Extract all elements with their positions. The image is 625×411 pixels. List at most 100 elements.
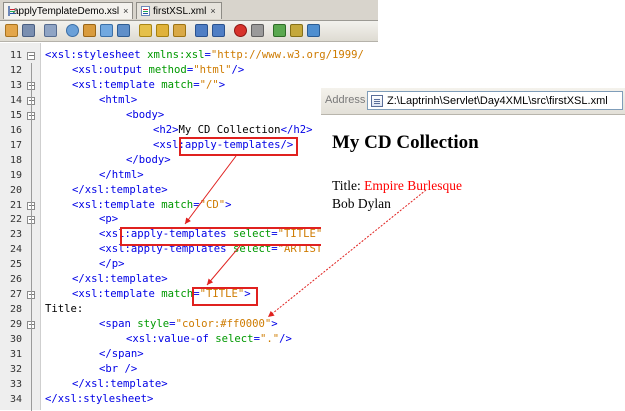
- code-line[interactable]: </p>: [99, 257, 125, 271]
- tab-apply-template-demo[interactable]: applyTemplateDemo.xsl ×: [3, 2, 133, 19]
- code-line[interactable]: <xsl:template match="CD">: [72, 198, 231, 212]
- line-number: 31: [9, 349, 22, 360]
- line-number: 23: [9, 229, 22, 241]
- line-number: 34: [9, 393, 22, 405]
- line-number: 22: [9, 214, 22, 226]
- tag-token: <xsl:stylesheet: [45, 49, 148, 61]
- validate-xml-icon[interactable]: [273, 24, 286, 37]
- output-heading: My CD Collection: [332, 132, 479, 153]
- value-token: "http://www.w3.org/1999/: [210, 49, 364, 61]
- find-previous-icon[interactable]: [83, 24, 96, 37]
- page-icon: [371, 94, 383, 107]
- code-line[interactable]: <xsl:value-of select="."/>: [126, 332, 292, 346]
- line-number: 29: [9, 319, 22, 331]
- attribute-token: select: [215, 333, 254, 346]
- line-number: 16: [9, 124, 22, 136]
- close-tab-icon[interactable]: ×: [123, 6, 128, 16]
- fold-collapse-icon[interactable]: −: [27, 52, 35, 60]
- code-line[interactable]: <xsl:output method="html"/>: [72, 63, 244, 77]
- tag-token: </span>: [99, 348, 144, 360]
- find-next-icon[interactable]: [100, 24, 113, 37]
- stop-macro-icon[interactable]: [251, 24, 264, 37]
- attribute-token: match: [161, 288, 194, 301]
- address-field[interactable]: Z:\Laptrinh\Servlet\Day4XML\src\firstXSL…: [367, 91, 623, 110]
- line-number: 27: [9, 289, 22, 301]
- value-token: "html": [193, 63, 232, 76]
- tag-token: <xsl:template: [72, 198, 162, 211]
- tag-token: <h2>: [153, 123, 179, 136]
- line-number: 18: [9, 154, 22, 166]
- next-bookmark-icon[interactable]: [156, 24, 169, 37]
- tag-token: </p>: [99, 258, 125, 271]
- line-number: 33: [9, 378, 22, 390]
- tag-token: >: [218, 78, 226, 91]
- tag-token: </xsl:stylesheet>: [45, 392, 154, 405]
- attribute-token: method: [148, 63, 187, 76]
- tag-token: </body>: [126, 153, 171, 166]
- tag-token: </xsl:template>: [72, 377, 168, 390]
- toggle-highlight-icon[interactable]: [117, 24, 130, 37]
- code-line[interactable]: </span>: [99, 347, 144, 361]
- line-number: 30: [9, 334, 22, 346]
- code-line[interactable]: </body>: [126, 153, 171, 167]
- line-number: 15: [9, 109, 22, 121]
- code-line[interactable]: Title:: [45, 302, 83, 316]
- tag-token: <html>: [99, 93, 138, 106]
- tab-first-xsl[interactable]: firstXSL.xml ×: [136, 2, 222, 19]
- previous-bookmark-icon[interactable]: [139, 24, 152, 37]
- attribute-token: match: [161, 78, 194, 91]
- back-icon[interactable]: [5, 24, 18, 37]
- line-number: 26: [9, 274, 22, 286]
- tag-token: <br />: [99, 362, 138, 375]
- line-number: 11: [9, 50, 22, 61]
- shift-left-icon[interactable]: [195, 24, 208, 37]
- editor-tab-bar: applyTemplateDemo.xsl × firstXSL.xml ×: [0, 0, 378, 21]
- value-token: "/": [199, 78, 219, 91]
- code-line[interactable]: </xsl:stylesheet>: [45, 392, 153, 406]
- code-line[interactable]: <h2>My CD Collection</h2>: [153, 123, 312, 137]
- code-line[interactable]: <xsl:stylesheet xmlns:xsl="http://www.w3…: [45, 48, 364, 62]
- code-line[interactable]: </xsl:template>: [72, 377, 168, 391]
- editor-toolbar: [0, 21, 378, 42]
- toggle-bookmark-icon[interactable]: [173, 24, 186, 37]
- highlight-match-title: [192, 287, 258, 306]
- text-token: My CD Collection: [178, 123, 281, 136]
- line-number: 13: [9, 79, 22, 91]
- code-line[interactable]: <xsl:template match="/">: [72, 78, 225, 92]
- tag-token: <p>: [99, 213, 119, 226]
- code-line[interactable]: <br />: [99, 362, 137, 376]
- close-tab-icon[interactable]: ×: [210, 6, 215, 16]
- tag-token: />: [279, 333, 292, 346]
- code-line[interactable]: <body>: [126, 108, 164, 122]
- text-token: Title:: [45, 303, 84, 316]
- tag-token: <xsl:value-of: [126, 333, 216, 346]
- code-line[interactable]: <html>: [99, 93, 137, 107]
- forward-icon[interactable]: [44, 24, 57, 37]
- code-line[interactable]: </xsl:template>: [72, 183, 168, 197]
- value-token: "CD": [199, 198, 226, 211]
- value-token: "color:#ff0000": [175, 318, 272, 331]
- shift-right-icon[interactable]: [212, 24, 225, 37]
- tag-token: >: [225, 198, 232, 211]
- code-line[interactable]: <span style="color:#ff0000">: [99, 317, 278, 331]
- tag-token: <span: [99, 318, 138, 331]
- fold-guide-line: [31, 63, 32, 411]
- tag-token: />: [231, 63, 245, 76]
- output-title-label: Title:: [332, 178, 361, 193]
- tag-token: <xsl:template: [72, 288, 162, 301]
- check-xml-icon[interactable]: [290, 24, 303, 37]
- find-icon[interactable]: [66, 24, 79, 37]
- run-xsl-icon[interactable]: [307, 24, 320, 37]
- address-bar: Address Z:\Laptrinh\Servlet\Day4XML\src\…: [321, 88, 625, 115]
- tag-token: </h2>: [280, 123, 313, 136]
- tag-token: </xsl:template>: [72, 273, 168, 286]
- code-line[interactable]: </html>: [99, 168, 144, 182]
- code-line[interactable]: </xsl:template>: [72, 272, 168, 286]
- history-icon[interactable]: [22, 24, 35, 37]
- value-token: ".": [259, 333, 280, 346]
- line-number: 21: [9, 199, 22, 211]
- xml-file-icon: [141, 6, 150, 16]
- line-number: 32: [9, 363, 22, 375]
- code-line[interactable]: <p>: [99, 212, 118, 226]
- record-macro-icon[interactable]: [234, 24, 247, 37]
